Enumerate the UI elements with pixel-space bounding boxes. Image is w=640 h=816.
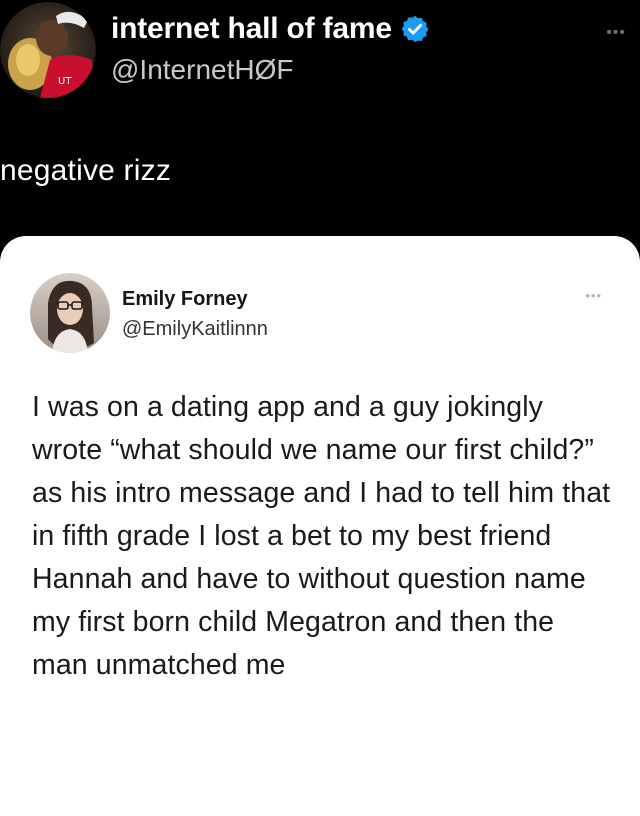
quoted-handle[interactable]: @EmilyKaitlinnn [122, 318, 268, 341]
outer-more-options-icon[interactable]: ••• [606, 24, 626, 42]
svg-text:UT: UT [58, 76, 72, 87]
screenshot-page: UT internet hall of fame @InternetHØF ••… [0, 0, 640, 816]
outer-avatar[interactable]: UT [0, 2, 96, 98]
quoted-more-options-icon[interactable]: ••• [585, 288, 602, 303]
quoted-avatar[interactable] [30, 273, 110, 353]
outer-tweet-header: UT internet hall of fame @InternetHØF ••… [0, 0, 640, 110]
outer-display-name[interactable]: internet hall of fame [111, 12, 392, 46]
quoted-tweet-card[interactable]: Emily Forney @EmilyKaitlinnn ••• I was o… [0, 236, 640, 816]
outer-tweet-text: negative rizz [0, 154, 172, 187]
quoted-display-name[interactable]: Emily Forney [122, 288, 248, 311]
quoted-tweet-text: I was on a dating app and a guy jokingly… [32, 391, 611, 681]
outer-name-row: internet hall of fame [111, 12, 430, 46]
verified-badge-icon [400, 14, 430, 44]
outer-handle[interactable]: @InternetHØF [111, 54, 293, 86]
